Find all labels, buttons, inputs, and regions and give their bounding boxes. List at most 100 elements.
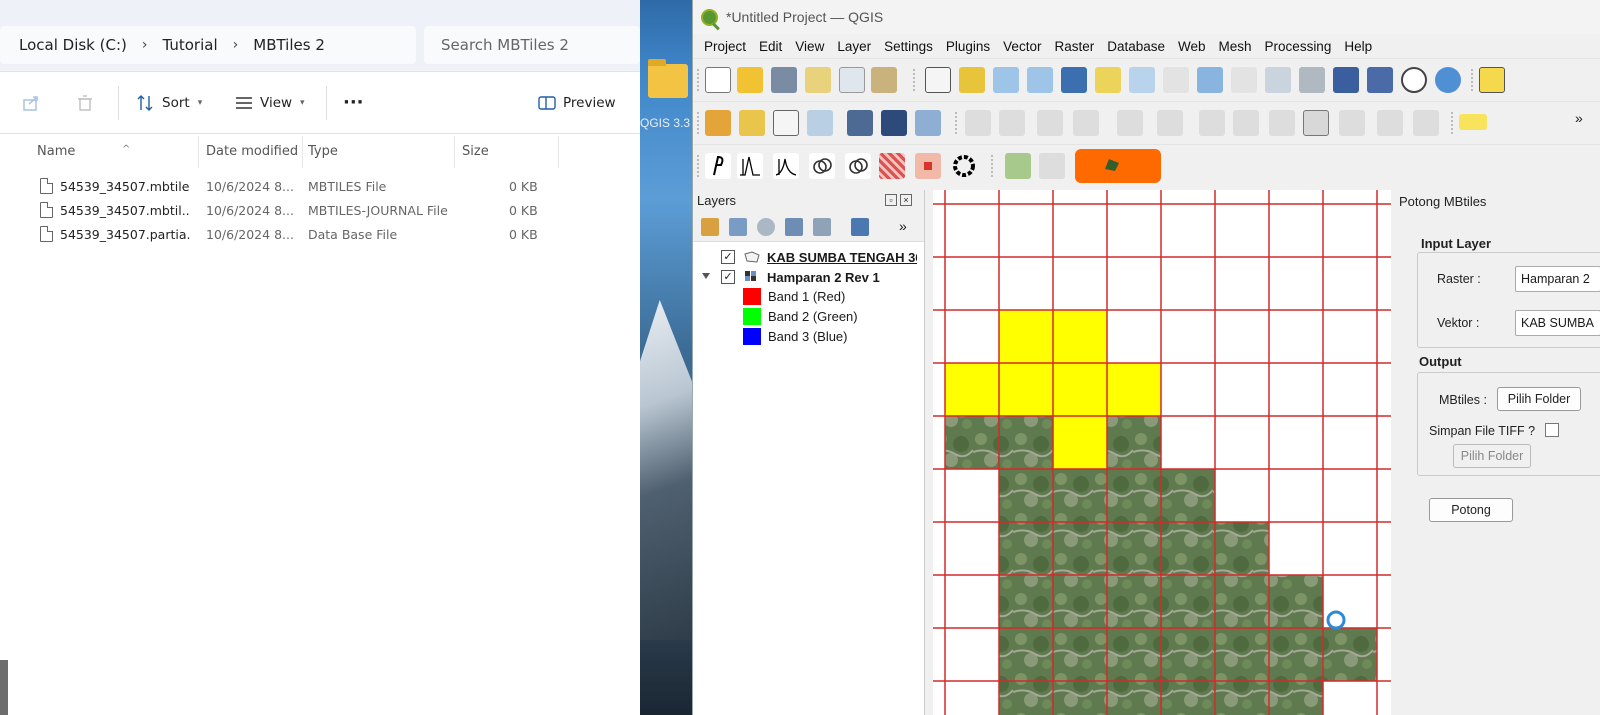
refresh-icon[interactable] — [1435, 67, 1461, 93]
zoom-full-icon[interactable] — [1061, 67, 1087, 93]
node-tool-icon[interactable] — [1157, 110, 1183, 136]
copy-features-icon[interactable] — [1303, 110, 1329, 136]
pilih-folder-tiff-button[interactable]: Pilih Folder — [1453, 444, 1531, 468]
toolbar-grip[interactable] — [1471, 69, 1473, 91]
zoom-last-icon[interactable] — [1197, 67, 1223, 93]
new-print-layout-icon[interactable] — [839, 67, 865, 93]
pan-to-selection-icon[interactable] — [959, 67, 985, 93]
layout-manager-icon[interactable] — [871, 67, 897, 93]
share-button[interactable] — [22, 94, 40, 112]
modify-attributes-icon[interactable] — [1199, 110, 1225, 136]
gear-icon[interactable] — [951, 153, 977, 179]
toolbar-grip[interactable] — [697, 112, 699, 134]
toolbar-grip[interactable] — [697, 69, 699, 91]
profile-tool-icon[interactable] — [705, 153, 731, 179]
temporal-controller-icon[interactable] — [1401, 67, 1427, 93]
menu-view[interactable]: View — [795, 39, 824, 54]
save-edits-icon[interactable] — [1037, 110, 1063, 136]
zoom-to-selection-icon[interactable] — [1095, 67, 1121, 93]
filter-expression-icon[interactable] — [813, 218, 831, 236]
toolbar-grip[interactable] — [913, 69, 915, 91]
vektor-combobox[interactable]: KAB SUMBA — [1515, 310, 1600, 336]
show-bookmarks-icon[interactable] — [1367, 67, 1393, 93]
curve-profile-icon[interactable] — [773, 153, 799, 179]
new-spatial-bookmark-icon[interactable] — [1333, 67, 1359, 93]
menu-web[interactable]: Web — [1178, 39, 1206, 54]
search-input[interactable]: Search MBTiles 2 — [424, 26, 640, 64]
filter-legend-icon[interactable] — [785, 218, 803, 236]
zoom-native-resolution-icon[interactable] — [1163, 67, 1189, 93]
add-group-icon[interactable] — [729, 218, 747, 236]
menu-plugins[interactable]: Plugins — [946, 39, 990, 54]
delete-button[interactable] — [76, 94, 94, 112]
close-panel-icon[interactable]: × — [900, 194, 912, 206]
srtm-download-icon[interactable] — [809, 153, 835, 179]
delete-selected-icon[interactable] — [1233, 110, 1259, 136]
preview-pane-button[interactable]: Preview — [537, 94, 616, 112]
more-options-button[interactable]: ··· — [343, 92, 364, 113]
toolbar-overflow-icon[interactable]: » — [1575, 110, 1600, 136]
zoom-out-icon[interactable] — [1027, 67, 1053, 93]
sort-button[interactable]: Sort ▾ — [136, 94, 202, 112]
menu-help[interactable]: Help — [1344, 39, 1372, 54]
breadcrumb-local-disk[interactable]: Local Disk (C:) — [19, 36, 127, 54]
results-viewer-icon[interactable] — [1039, 153, 1065, 179]
move-feature-icon[interactable] — [1117, 110, 1143, 136]
save-project-icon[interactable] — [771, 67, 797, 93]
column-divider[interactable] — [302, 136, 303, 168]
visibility-eye-icon[interactable] — [757, 218, 775, 236]
label-abc-icon[interactable] — [1459, 114, 1487, 130]
qgis-title-bar[interactable]: *Untitled Project — QGIS — [693, 0, 1600, 34]
more-tools-icon[interactable]: » — [899, 218, 917, 236]
column-name[interactable]: Name — [37, 144, 75, 159]
menu-project[interactable]: Project — [704, 39, 746, 54]
file-row[interactable]: 54539_34507.mbtil... 10/6/2024 8... MBTI… — [36, 200, 556, 222]
zoom-to-layer-icon[interactable] — [1129, 67, 1155, 93]
menu-settings[interactable]: Settings — [884, 39, 933, 54]
raster-combobox[interactable]: Hamparan 2 — [1515, 266, 1600, 292]
redo-icon[interactable] — [1413, 110, 1439, 136]
pilih-folder-button[interactable]: Pilih Folder — [1497, 387, 1581, 411]
paste-features-icon[interactable] — [1339, 110, 1365, 136]
potong-mbtiles-plugin-button[interactable] — [1075, 149, 1161, 183]
float-panel-icon[interactable]: ▫ — [885, 194, 897, 206]
file-row[interactable]: 54539_34507.partia... 10/6/2024 8... Dat… — [36, 224, 556, 246]
new-geopackage-layer-icon[interactable] — [739, 110, 765, 136]
save-as-icon[interactable] — [805, 67, 831, 93]
toolbar-grip[interactable] — [955, 112, 957, 134]
layer-item-raster[interactable]: ✓ Hamparan 2 Rev 1 — [693, 267, 925, 287]
new-3d-map-view-icon[interactable] — [1299, 67, 1325, 93]
toolbar-grip[interactable] — [697, 155, 699, 177]
data-source-manager-icon[interactable] — [705, 110, 731, 136]
layer-item-polygon[interactable]: ✓ KAB SUMBA TENGAH 36 — [693, 247, 925, 267]
view-button[interactable]: View ▾ — [234, 94, 305, 112]
simpan-tiff-checkbox[interactable] — [1545, 423, 1559, 437]
menu-processing[interactable]: Processing — [1265, 39, 1332, 54]
collapse-arrow-icon[interactable] — [702, 273, 710, 279]
hatch-pattern-icon[interactable] — [879, 153, 905, 179]
dem-tool-icon[interactable] — [845, 153, 871, 179]
column-date-modified[interactable]: Date modified — [206, 144, 298, 159]
undo-icon[interactable] — [1377, 110, 1403, 136]
map-canvas[interactable] — [933, 190, 1391, 715]
toolbar-grip[interactable] — [991, 155, 993, 177]
breadcrumb-tutorial[interactable]: Tutorial — [162, 36, 217, 54]
elevation-profile-icon[interactable] — [737, 153, 763, 179]
pan-hand-icon[interactable] — [925, 67, 951, 93]
column-divider[interactable] — [558, 136, 559, 168]
select-features-icon[interactable] — [1479, 67, 1505, 93]
layer-visibility-checkbox[interactable]: ✓ — [721, 250, 735, 264]
layer-visibility-checkbox[interactable]: ✓ — [721, 270, 735, 284]
style-manager-icon[interactable] — [701, 218, 719, 236]
cut-features-icon[interactable] — [1269, 110, 1295, 136]
new-project-icon[interactable] — [705, 67, 731, 93]
expand-all-icon[interactable] — [851, 218, 869, 236]
menu-database[interactable]: Database — [1107, 39, 1165, 54]
vertex-tool-icon[interactable] — [773, 110, 799, 136]
digitize-icon[interactable] — [807, 110, 833, 136]
menu-layer[interactable]: Layer — [837, 39, 871, 54]
file-row[interactable]: 54539_34507.mbtiles 10/6/2024 8... MBTIL… — [36, 176, 556, 198]
menu-vector[interactable]: Vector — [1003, 39, 1041, 54]
edit-pencil-icon[interactable] — [999, 110, 1025, 136]
desktop-folder-icon[interactable] — [648, 59, 688, 98]
